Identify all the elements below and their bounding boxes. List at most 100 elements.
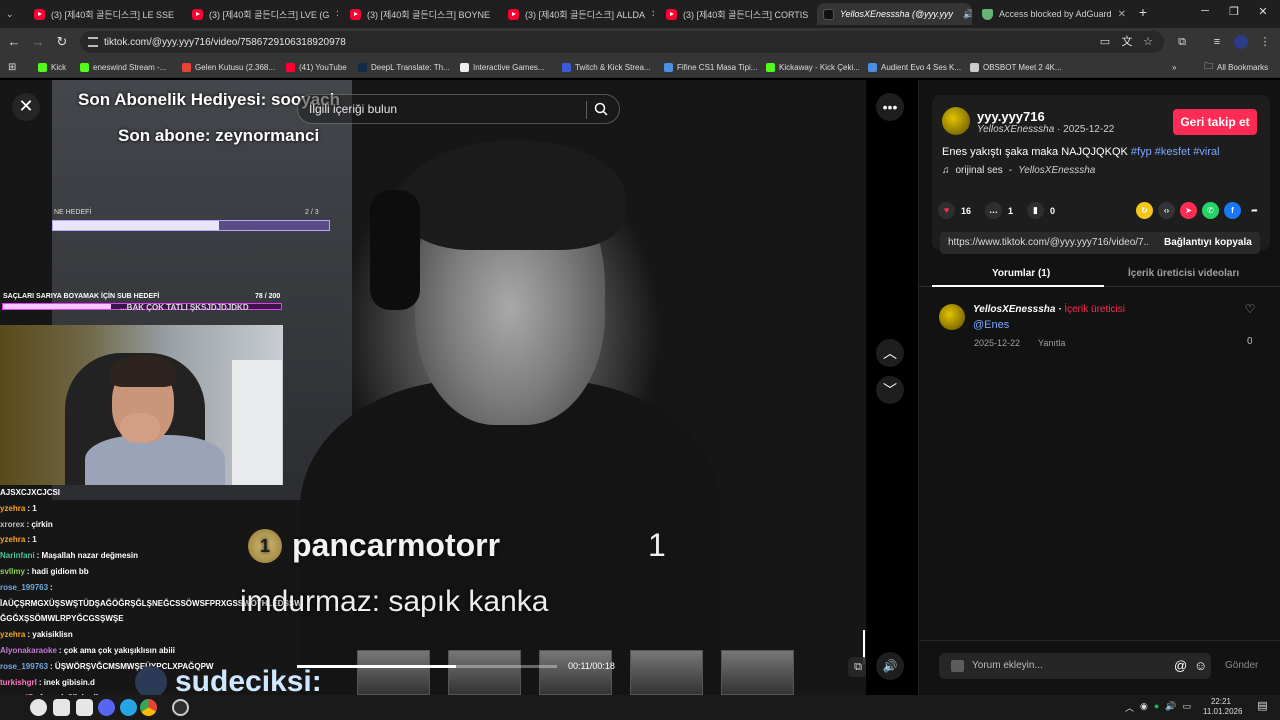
tab-comments[interactable]: Yorumlar (1) <box>992 268 1050 279</box>
browser-tab[interactable]: Access blocked by AdGuard ✕ <box>976 3 1131 25</box>
like-heart-icon[interactable]: ♥ <box>938 202 955 219</box>
hashtag-link[interactable]: #fyp <box>1131 146 1152 158</box>
all-bookmarks[interactable]: 🗀 All Bookmarks <box>1204 60 1268 74</box>
follow-back-button[interactable]: Geri takip et <box>1173 109 1257 135</box>
bookmark-item[interactable]: (41) YouTube <box>286 60 347 74</box>
emoji-icon[interactable]: ☺ <box>1194 658 1207 673</box>
tab-search-button[interactable]: ⌄ <box>0 3 24 25</box>
bookmark-item[interactable]: Kickaway - Kick Çeki... <box>766 60 860 74</box>
search-divider <box>586 101 587 119</box>
translate-icon[interactable]: 文 <box>1120 35 1134 49</box>
steam-icon[interactable]: ◉ <box>1140 701 1148 714</box>
reply-button[interactable]: Yanıtla <box>1038 338 1065 348</box>
comment-input[interactable]: Yorum ekleyin... @ ☺ <box>939 653 1211 679</box>
hashtag-link[interactable]: #viral <box>1193 146 1219 158</box>
facebook-icon[interactable]: f <box>1224 202 1241 219</box>
search-icon[interactable] <box>594 102 608 116</box>
bookmark-item[interactable]: OBSBOT Meet 2 4K... <box>970 60 1062 74</box>
chrome-icon[interactable] <box>140 699 157 716</box>
send-to-friend-icon[interactable]: ➤ <box>1180 202 1197 219</box>
network-icon[interactable]: ▭ <box>1183 701 1192 714</box>
previous-video-icon[interactable]: ︿ <box>876 339 904 367</box>
close-tab-icon[interactable]: ✕ <box>335 9 338 20</box>
hashtag-link[interactable]: #kesfet <box>1155 146 1190 158</box>
repost-icon[interactable]: ↻ <box>1136 202 1153 219</box>
close-tab-icon[interactable]: ✕ <box>1118 9 1126 20</box>
comment-avatar[interactable] <box>939 304 965 330</box>
bookmark-item[interactable]: DeepL Translate: Th... <box>358 60 450 74</box>
reading-list-icon[interactable]: ≡ <box>1210 35 1224 49</box>
browser-tab[interactable]: (3) [제40회 골든디스크] CORTIS✕ <box>660 3 812 25</box>
bookmark-item[interactable]: Twitch & Kick Strea... <box>562 60 651 74</box>
comment-author[interactable]: YellosXEnesssha · İçerik üreticisi <box>973 304 1125 315</box>
more-bookmarks-icon[interactable]: » <box>1172 60 1176 74</box>
author-avatar[interactable] <box>942 107 970 135</box>
apps-grid-icon[interactable]: ⊞ <box>8 60 16 74</box>
notifications-icon[interactable]: ▤ <box>1254 699 1271 716</box>
search-input[interactable]: İlgili içeriği bulun <box>297 94 620 124</box>
mention-icon[interactable]: @ <box>1174 658 1187 673</box>
volume-icon[interactable]: 🔊 <box>876 652 904 680</box>
big-name-text: pancarmotorr <box>292 527 501 563</box>
video-player[interactable]: Son Abonelik Hediyesi: sooyach Son abone… <box>0 80 866 695</box>
extensions-icon[interactable]: ⧉ <box>1175 35 1189 49</box>
folder-icon: 🗀 <box>1204 61 1214 71</box>
send-comment-button[interactable]: Gönder <box>1225 660 1258 671</box>
spotify-icon[interactable]: ● <box>1154 701 1159 714</box>
cast-icon[interactable]: ▭ <box>1098 35 1112 49</box>
close-video-button[interactable]: ✕ <box>12 93 40 121</box>
new-tab-button[interactable]: + <box>1136 5 1150 19</box>
comment-icon[interactable]: … <box>985 202 1003 219</box>
app-icon[interactable] <box>53 699 70 716</box>
author-handle[interactable]: yyy.yyy716 <box>977 109 1045 124</box>
app-icon[interactable] <box>30 699 47 716</box>
bookmark-item[interactable]: Fifine CS1 Masa Tipi... <box>664 60 757 74</box>
back-icon[interactable]: ← <box>6 34 22 50</box>
browser-tab-active[interactable]: YellosXEnesssha (@yyy.yyy🔊✕ <box>817 3 972 25</box>
browser-tab[interactable]: (3) [제40회 골든디스크] BOYNE✕ <box>344 3 496 25</box>
pip-icon[interactable]: ⧉ <box>848 657 866 677</box>
site-info-icon[interactable] <box>88 37 98 47</box>
music-link[interactable]: ♫ orijinal ses - YellosXEnesssha <box>942 165 1095 176</box>
whatsapp-icon[interactable]: ✆ <box>1202 202 1219 219</box>
share-arrow-icon[interactable]: ➦ <box>1246 202 1263 219</box>
goal-count: 2 / 3 <box>305 209 319 216</box>
window-close-icon[interactable]: ✕ <box>1256 5 1270 18</box>
bookmark-item[interactable]: Audient Evo 4 Ses K... <box>868 60 961 74</box>
clock[interactable]: 22:21 11.01.2026 <box>1203 697 1242 717</box>
speaker-icon[interactable]: 🔊 <box>963 9 972 20</box>
forward-icon[interactable]: → <box>30 34 46 50</box>
copy-link-button[interactable]: Bağlantıyı kopyala <box>1164 237 1252 248</box>
close-tab-icon[interactable]: ✕ <box>651 9 654 20</box>
url-input[interactable]: tiktok.com/@yyy.yyy716/video/75867291063… <box>80 31 1164 53</box>
browser-tab[interactable]: (3) [제40회 골든디스크] LVE (G✕ <box>186 3 338 25</box>
profile-avatar-icon[interactable] <box>1234 35 1248 49</box>
embed-icon[interactable]: ‹› <box>1158 202 1175 219</box>
browser-tab[interactable]: (3) [제40회 골든디스크] ALLDA✕ <box>502 3 654 25</box>
bookmark-item[interactable]: Kick <box>38 60 66 74</box>
menu-dots-icon[interactable]: ⋮ <box>1258 35 1272 49</box>
more-options-icon[interactable]: ••• <box>876 93 904 121</box>
bookmark-star-icon[interactable]: ☆ <box>1141 35 1155 49</box>
comment-like-icon[interactable]: ♡ <box>1242 302 1258 316</box>
bookmark-icon[interactable]: ▮ <box>1027 202 1045 219</box>
bookmark-item[interactable]: eneswind Stream -... <box>80 60 166 74</box>
chat-username: rose_199763 <box>0 661 49 671</box>
reload-icon[interactable]: ↻ <box>54 34 70 50</box>
tab-creator-videos[interactable]: İçerik üreticisi videoları <box>1128 268 1239 279</box>
tray-expand-icon[interactable]: ︿ <box>1125 701 1134 714</box>
obs-icon[interactable] <box>172 699 189 716</box>
browser-tab[interactable]: (3) [제40회 골든디스크] LE SSE✕ <box>28 3 180 25</box>
bookmark-item[interactable]: Interactive Games... <box>460 60 545 74</box>
volume-tray-icon[interactable]: 🔊 <box>1165 701 1176 714</box>
app-icon[interactable] <box>76 699 93 716</box>
video-link-text[interactable]: https://www.tiktok.com/@yyy.yyy716/video… <box>948 237 1148 248</box>
next-video-icon[interactable]: ﹀ <box>876 376 904 404</box>
video-progress-bar[interactable] <box>297 665 557 668</box>
restore-icon[interactable]: ❐ <box>1227 5 1241 18</box>
minimize-icon[interactable]: ─ <box>1198 5 1212 17</box>
bookmark-item[interactable]: Gelen Kutusu (2.368... <box>182 60 275 74</box>
comment-text[interactable]: @Enes <box>973 319 1009 331</box>
telegram-icon[interactable] <box>120 699 137 716</box>
discord-icon[interactable] <box>98 699 115 716</box>
